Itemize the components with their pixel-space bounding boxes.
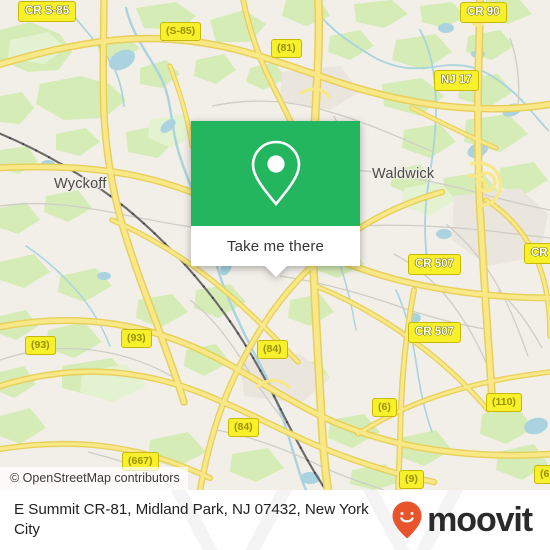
route-shield-nj-17[interactable]: NJ 17 <box>434 70 479 91</box>
route-shield-93-west[interactable]: (93) <box>25 336 56 355</box>
moovit-pin-icon <box>392 501 422 539</box>
route-shield-cr-507-north[interactable]: CR 507 <box>408 254 461 275</box>
popup-image-area <box>191 121 360 226</box>
route-shield-6[interactable]: (6) <box>372 398 397 417</box>
route-shield-9[interactable]: (9) <box>399 470 424 489</box>
route-shield-s-85[interactable]: (S-85) <box>160 22 202 41</box>
popup-pointer-tail <box>264 266 287 277</box>
moovit-wordmark: moovit <box>427 501 533 539</box>
route-shield-81[interactable]: (81) <box>271 39 302 58</box>
route-shield-110[interactable]: (110) <box>486 393 522 412</box>
route-shield-cr-507-edge[interactable]: CR 5 <box>524 243 550 264</box>
address-label: E Summit CR-81, Midland Park, NJ 07432, … <box>14 501 369 538</box>
osm-attribution[interactable]: © OpenStreetMap contributors <box>0 467 188 490</box>
location-popup-card[interactable]: Take me there <box>191 121 360 277</box>
route-shield-84-north[interactable]: (84) <box>257 340 288 359</box>
route-shield-84-south[interactable]: (84) <box>228 418 259 437</box>
bottom-info-bar: E Summit CR-81, Midland Park, NJ 07432, … <box>0 490 550 550</box>
route-shield-cr-s-85[interactable]: CR S-85 <box>18 1 77 22</box>
route-shield-cr-90[interactable]: CR 90 <box>460 2 507 23</box>
moovit-logo[interactable]: moovit <box>391 500 538 540</box>
moovit-map-screenshot: Wyckoff Waldwick CR S-85 (S-85) (81) CR … <box>0 0 550 550</box>
route-shield-93-east[interactable]: (93) <box>121 329 152 348</box>
route-shield-cr-507-south[interactable]: CR 507 <box>408 322 461 343</box>
map-pin-icon <box>251 140 300 206</box>
take-me-there-button[interactable]: Take me there <box>191 226 360 266</box>
route-shield-6-edge[interactable]: (6 <box>534 465 550 484</box>
